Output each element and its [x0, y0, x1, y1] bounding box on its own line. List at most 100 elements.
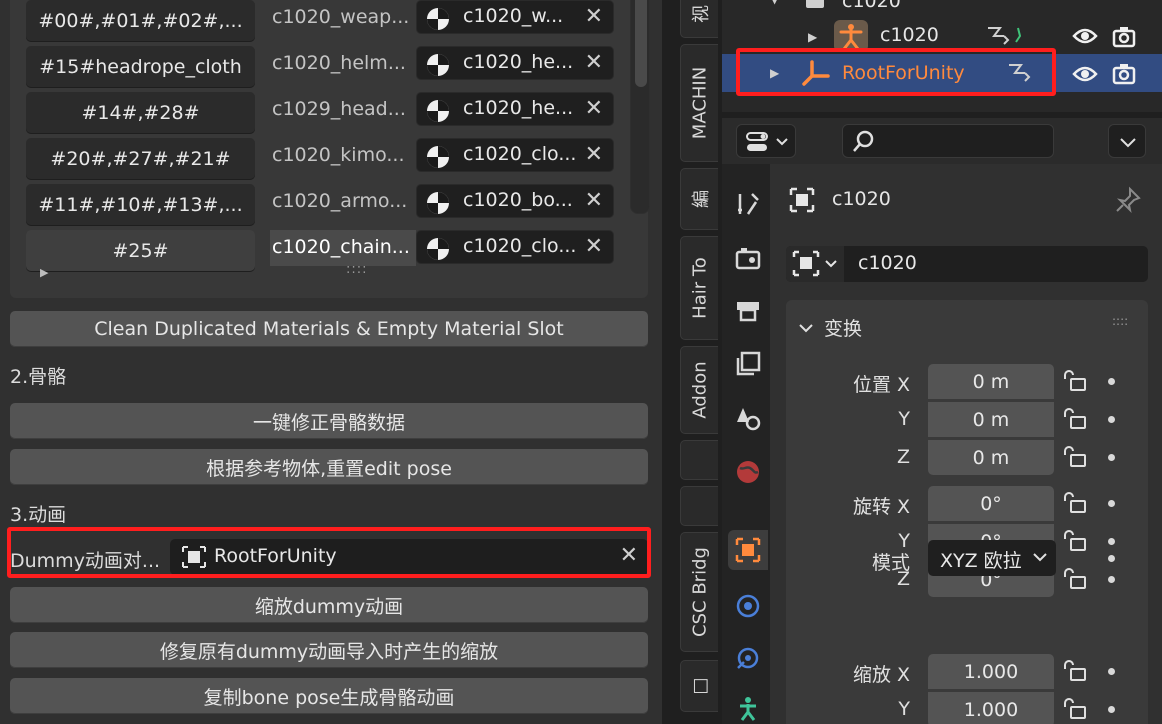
material-row[interactable]: #20#,#27#,#21# c1020_kimo... c1020_clo... ✕: [26, 138, 646, 180]
material-slot-field[interactable]: c1020_w... ✕: [416, 0, 614, 34]
tool-settings-icon[interactable]: [728, 184, 768, 224]
tab-machin[interactable]: MACHIN: [680, 44, 718, 162]
fix-bones-button[interactable]: 一键修正骨骼数据: [10, 403, 648, 439]
modifier-properties-icon[interactable]: [728, 586, 768, 626]
expand-arrow-icon[interactable]: ▶: [808, 30, 817, 44]
properties-search-input[interactable]: [842, 124, 1054, 158]
material-group-button[interactable]: #20#,#27#,#21#: [26, 138, 255, 180]
material-name[interactable]: c1020_helm...: [272, 52, 412, 74]
material-row[interactable]: #14#,#28# c1029_head... c1020_he... ✕: [26, 92, 646, 134]
resize-grip-icon[interactable]: ::::: [346, 262, 368, 277]
outliner-row-parent[interactable]: ▼ c1020: [722, 0, 1162, 18]
editor-type-dropdown[interactable]: [736, 124, 796, 158]
scale-field[interactable]: 1.000: [928, 692, 1054, 724]
lock-icon[interactable]: [1062, 697, 1088, 724]
object-data-icon[interactable]: [728, 688, 768, 724]
drag-grip-icon[interactable]: ::::: [1112, 314, 1128, 328]
render-camera-icon[interactable]: [1112, 63, 1136, 90]
lock-icon[interactable]: [1062, 369, 1088, 398]
rotation-mode-dropdown[interactable]: XYZ 欧拉: [928, 540, 1056, 576]
tab-addon[interactable]: Addon: [680, 346, 718, 434]
tab-empty-2[interactable]: [680, 486, 718, 526]
reset-edit-pose-button[interactable]: 根据参考物体,重置edit pose: [10, 449, 648, 485]
material-slot-field[interactable]: c1020_clo... ✕: [416, 138, 614, 172]
keyframe-dot[interactable]: [1108, 576, 1115, 583]
object-type-dropdown[interactable]: [786, 246, 844, 282]
scroll-thumb[interactable]: [635, 0, 647, 87]
material-row[interactable]: #15#headrope_cloth c1020_helm... c1020_he.…: [26, 46, 646, 88]
material-row[interactable]: #25# c1020_chain... c1020_clo... ✕: [26, 230, 646, 272]
keyframe-dot[interactable]: [1108, 538, 1115, 545]
material-name[interactable]: c1020_weap...: [272, 6, 412, 28]
tab-csc-bridge[interactable]: CSC Bridg: [680, 532, 718, 652]
tab-view[interactable]: 视: [680, 0, 718, 38]
tab-edit[interactable]: 編: [680, 168, 718, 230]
object-properties-icon[interactable]: [728, 530, 768, 570]
material-name[interactable]: c1020_kimo...: [272, 144, 412, 166]
lock-icon[interactable]: [1062, 567, 1088, 596]
material-group-button[interactable]: #14#,#28#: [26, 92, 255, 134]
keyframe-dot[interactable]: [1108, 500, 1115, 507]
clear-icon[interactable]: ✕: [585, 142, 603, 167]
output-settings-icon[interactable]: [728, 290, 768, 330]
material-list-scrollbar[interactable]: [630, 0, 650, 214]
scale-dummy-button[interactable]: 缩放dummy动画: [10, 587, 648, 623]
view-layer-icon[interactable]: [728, 344, 768, 384]
location-field[interactable]: 0 m: [928, 364, 1054, 399]
expand-triangle-icon[interactable]: ▶: [40, 266, 48, 279]
material-ball-icon: [425, 190, 451, 221]
physics-icon[interactable]: [728, 638, 768, 678]
clear-icon[interactable]: ✕: [585, 4, 603, 29]
lock-icon[interactable]: [1062, 407, 1088, 436]
material-name[interactable]: c1029_head...: [272, 98, 412, 120]
transform-panel-header[interactable]: 变换: [798, 314, 862, 341]
material-name[interactable]: c1020_armo...: [272, 190, 412, 212]
material-row[interactable]: #11#,#10#,#13#,... c1020_armo... c1020_bo.…: [26, 184, 646, 226]
location-field[interactable]: 0 m: [928, 402, 1054, 437]
material-row[interactable]: #00#,#01#,#02#,... c1020_weap... c1020_w..…: [26, 0, 646, 42]
material-group-button[interactable]: #00#,#01#,#02#,...: [26, 0, 255, 42]
material-slot-field[interactable]: c1020_clo... ✕: [416, 230, 614, 264]
visibility-eye-icon[interactable]: [1072, 64, 1098, 89]
keyframe-dot[interactable]: [1108, 378, 1115, 385]
material-group-button[interactable]: #15#headrope_cloth: [26, 46, 255, 88]
object-name-field[interactable]: c1020: [786, 246, 1148, 282]
rotation-field[interactable]: 0°: [928, 486, 1054, 521]
visibility-eye-icon[interactable]: [1072, 26, 1098, 51]
lock-icon[interactable]: [1062, 529, 1088, 558]
material-name[interactable]: c1020_chain...: [270, 230, 416, 266]
render-settings-icon[interactable]: [728, 238, 768, 278]
location-field[interactable]: 0 m: [928, 440, 1054, 475]
tab-hair-tool[interactable]: Hair To: [680, 236, 718, 340]
material-slot-field[interactable]: c1020_he... ✕: [416, 46, 614, 80]
world-icon[interactable]: [728, 452, 768, 492]
clean-materials-button[interactable]: Clean Duplicated Materials & Empty Mater…: [10, 311, 648, 347]
keyframe-dot[interactable]: [1108, 555, 1115, 562]
clear-icon[interactable]: ✕: [585, 50, 603, 75]
scale-field[interactable]: 1.000: [928, 654, 1054, 689]
material-slot-field[interactable]: c1020_bo... ✕: [416, 184, 614, 218]
scene-icon[interactable]: [728, 398, 768, 438]
options-dropdown[interactable]: [1108, 124, 1146, 158]
material-group-button[interactable]: #25#: [26, 230, 255, 272]
clear-icon[interactable]: ✕: [585, 234, 603, 259]
material-slot-field[interactable]: c1020_he... ✕: [416, 92, 614, 126]
render-camera-icon[interactable]: [1112, 26, 1136, 53]
tab-box[interactable]: □: [680, 660, 718, 712]
collapse-arrow-icon[interactable]: ▼: [770, 0, 779, 6]
pin-icon[interactable]: [1114, 186, 1142, 219]
tab-empty[interactable]: [680, 440, 718, 480]
lock-icon[interactable]: [1062, 659, 1088, 688]
clear-icon[interactable]: ✕: [585, 188, 603, 213]
copy-bone-pose-button[interactable]: 复制bone pose生成骨骼动画: [10, 678, 648, 714]
keyframe-dot[interactable]: [1108, 416, 1115, 423]
fix-dummy-scale-button[interactable]: 修复原有dummy动画导入时产生的缩放: [10, 632, 648, 668]
keyframe-dot[interactable]: [1108, 706, 1115, 713]
material-group-button[interactable]: #11#,#10#,#13#,...: [26, 184, 255, 226]
clear-icon[interactable]: ✕: [585, 96, 603, 121]
material-slot-value: c1020_bo...: [463, 189, 573, 211]
lock-icon[interactable]: [1062, 491, 1088, 520]
keyframe-dot[interactable]: [1108, 668, 1115, 675]
keyframe-dot[interactable]: [1108, 454, 1115, 461]
lock-icon[interactable]: [1062, 445, 1088, 474]
